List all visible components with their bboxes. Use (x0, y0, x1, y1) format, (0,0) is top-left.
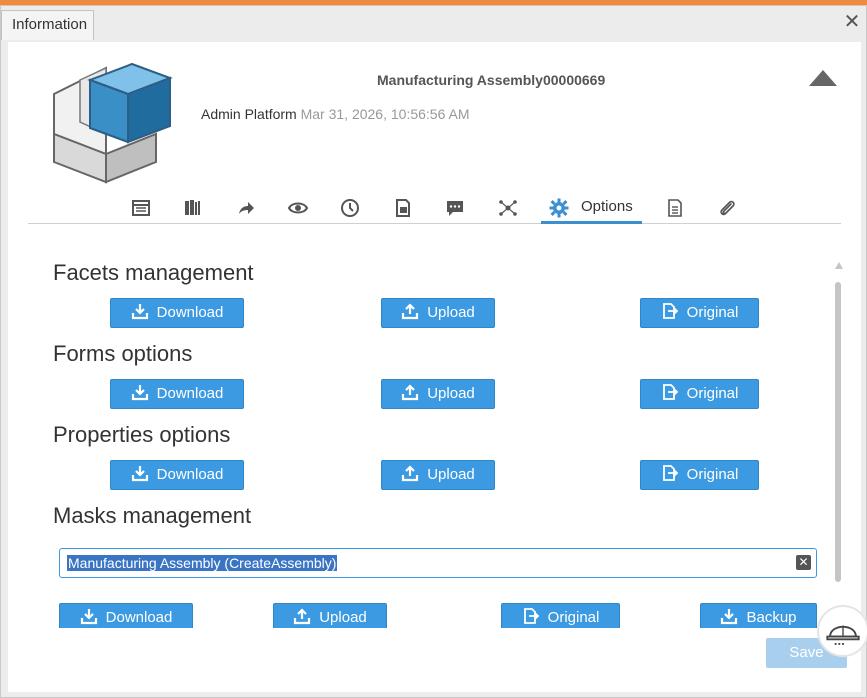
masks-upload-label: Upload (319, 609, 367, 626)
facets-upload-button[interactable]: Upload (381, 298, 495, 328)
forms-original-label: Original (686, 385, 739, 402)
close-icon[interactable]: ✕ (843, 12, 861, 32)
vertical-scrollbar[interactable] (834, 262, 843, 592)
tab-options[interactable]: Options (541, 188, 642, 224)
masks-download-button[interactable]: Download (59, 603, 193, 628)
section-title-facets: Facets management (53, 260, 254, 285)
facets-download-button[interactable]: Download (110, 298, 244, 328)
masks-original-label: Original (547, 609, 600, 626)
panel-content: Manufacturing Assembly00000669 Admin Pla… (8, 42, 867, 692)
forms-download-button[interactable]: Download (110, 379, 244, 409)
forms-upload-button[interactable]: Upload (381, 379, 495, 409)
properties-upload-button[interactable]: Upload (381, 460, 495, 490)
owner-platform: Platform (244, 106, 297, 122)
information-panel: Information ✕ Manufacturing Assembly0000… (0, 5, 867, 698)
gear-icon (549, 198, 571, 220)
masks-upload-button[interactable]: Upload (273, 603, 387, 628)
section-title-masks: Masks management (53, 503, 252, 528)
network-icon[interactable] (498, 198, 520, 220)
share-arrow-icon[interactable] (236, 198, 258, 220)
properties-original-label: Original (686, 466, 739, 483)
mask-select-value: Manufacturing Assembly (CreateAssembly) (67, 555, 338, 571)
clear-icon[interactable]: ✕ (796, 555, 811, 570)
masks-download-label: Download (105, 609, 173, 626)
file-list-icon[interactable] (665, 198, 687, 220)
modified-date: Mar 31, 2026, 10:56:56 AM (300, 106, 470, 122)
helper-avatar[interactable] (817, 605, 867, 657)
document-badge-icon[interactable] (393, 198, 415, 220)
scrollbar-thumb[interactable] (835, 282, 841, 582)
eye-icon[interactable] (287, 198, 310, 220)
comment-icon[interactable] (445, 198, 467, 220)
masks-original-button[interactable]: Original (501, 603, 620, 628)
forms-upload-label: Upload (427, 385, 475, 402)
page-title: Manufacturing Assembly00000669 (377, 72, 606, 88)
tab-options-label: Options (581, 198, 633, 215)
masks-button-row: Download Upload Original Backup (8, 602, 861, 628)
facets-download-label: Download (156, 304, 224, 321)
facets-original-button[interactable]: Original (640, 298, 759, 328)
properties-download-label: Download (156, 466, 224, 483)
properties-upload-label: Upload (427, 466, 475, 483)
forms-download-label: Download (156, 385, 224, 402)
forms-original-button[interactable]: Original (640, 379, 759, 409)
facets-original-label: Original (686, 304, 739, 321)
paperclip-icon[interactable] (717, 198, 739, 220)
masks-backup-label: Backup (746, 609, 797, 626)
properties-download-button[interactable]: Download (110, 460, 244, 490)
info-toolbar: Options (28, 188, 841, 224)
hard-hat-icon (826, 625, 860, 646)
collapse-icon[interactable] (809, 70, 837, 86)
properties-original-button[interactable]: Original (640, 460, 759, 490)
mask-select-field[interactable]: Manufacturing Assembly (CreateAssembly) … (59, 548, 817, 578)
clock-icon[interactable] (340, 198, 362, 220)
masks-backup-button[interactable]: Backup (700, 603, 817, 628)
scroll-up-icon[interactable] (835, 262, 843, 269)
section-title-properties: Properties options (53, 422, 231, 447)
record-meta: Admin Platform Mar 31, 2026, 10:56:56 AM (201, 106, 469, 122)
books-icon[interactable] (183, 198, 205, 220)
owner-user: Admin (201, 106, 241, 122)
assembly-logo (53, 62, 173, 184)
table-icon[interactable] (131, 198, 153, 220)
tab-information[interactable]: Information (1, 10, 94, 40)
facets-upload-label: Upload (427, 304, 475, 321)
section-title-forms: Forms options (53, 341, 193, 366)
